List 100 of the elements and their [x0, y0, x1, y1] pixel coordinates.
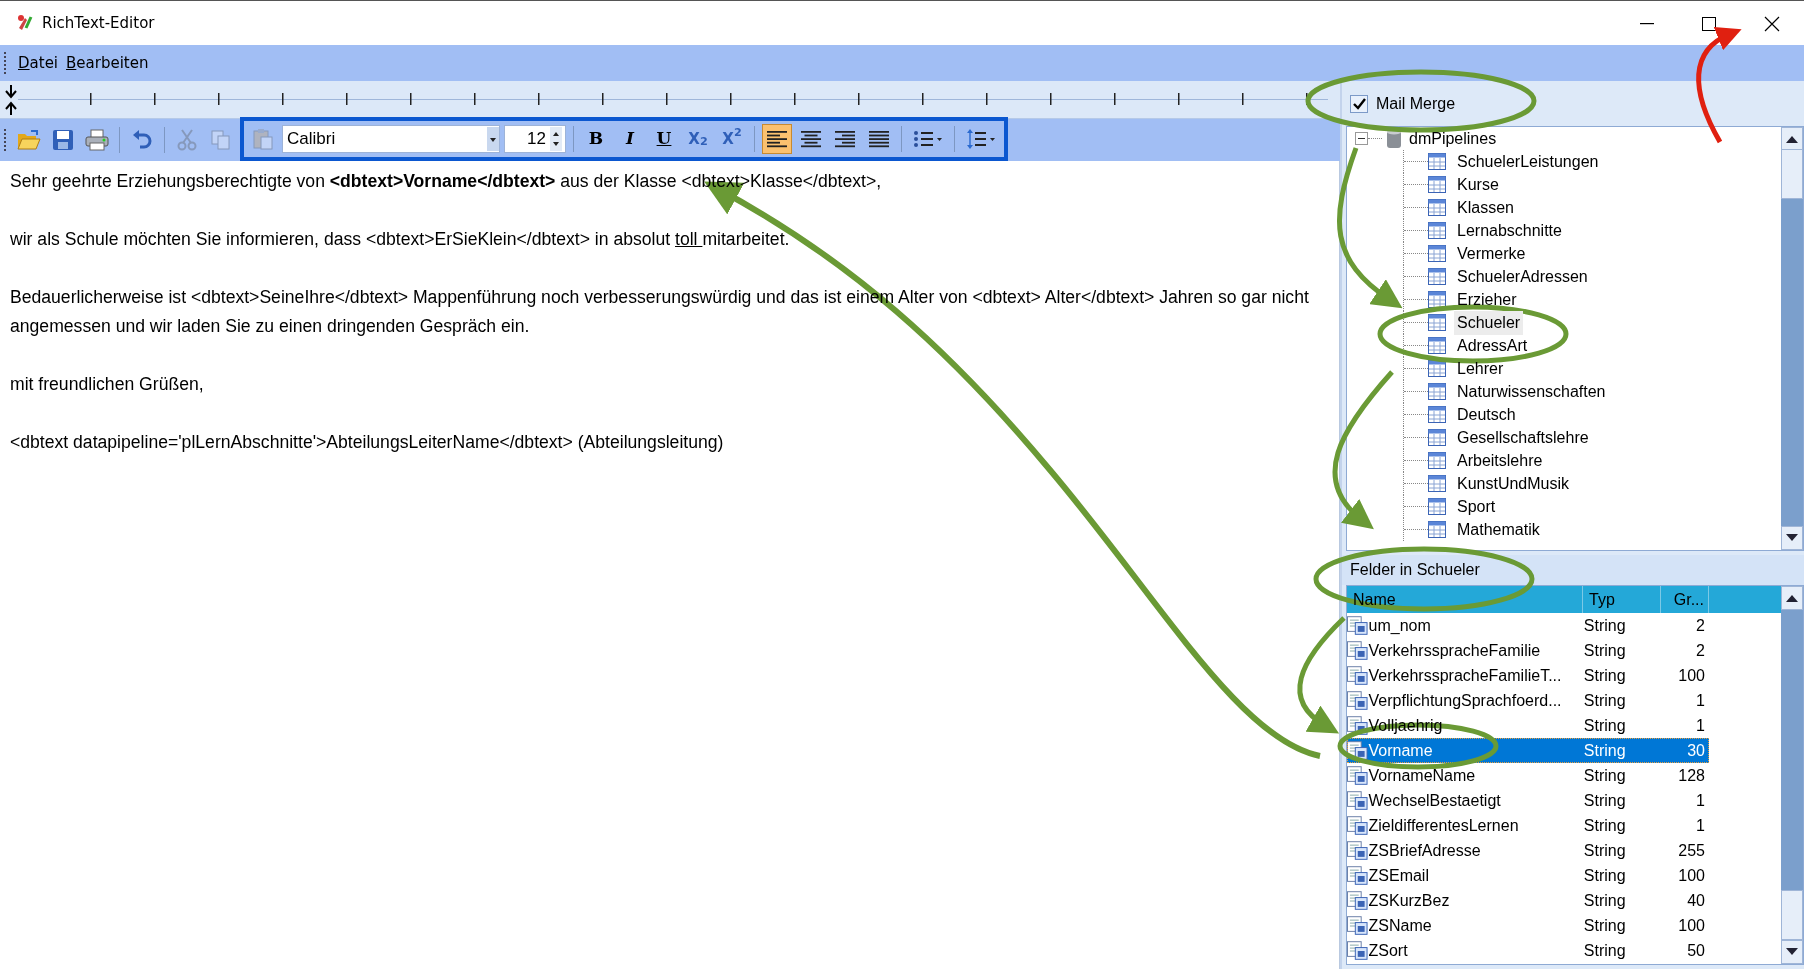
table-cell-text: 100: [1677, 865, 1706, 886]
tree-item[interactable]: Klassen: [1454, 195, 1517, 220]
paragraph: mit freundlichen Grüßen,: [10, 373, 205, 396]
cut-icon: [176, 129, 198, 151]
tree-item[interactable]: KunstUndMusik: [1454, 471, 1573, 496]
field-row[interactable]: ZSEmail String 100: [1347, 863, 1709, 888]
check-icon: [1352, 97, 1366, 110]
table-icon: [1428, 498, 1446, 515]
undo-icon: [131, 129, 153, 151]
field-row[interactable]: ZieldifferentesLernen String 1: [1347, 813, 1709, 838]
table-cell-text: ZSort: [1368, 940, 1409, 961]
tree-item[interactable]: Lernabschnitte: [1454, 218, 1565, 243]
table-cell-text: 255: [1677, 840, 1706, 861]
scrollbar[interactable]: [1781, 127, 1803, 550]
bullets-icon: [913, 129, 943, 149]
tree-item[interactable]: Kurse: [1454, 172, 1502, 197]
field-row[interactable]: VerkehrsspracheFamilie String 2: [1347, 638, 1709, 663]
table-cell-text: String: [1582, 740, 1627, 761]
table-icon: [1428, 222, 1446, 239]
save-icon: [52, 129, 74, 151]
tree-item[interactable]: SchuelerAdressen: [1454, 264, 1591, 289]
table-cell-text: VerkehrsspracheFamilieT...: [1368, 665, 1563, 686]
tree-item[interactable]: dmPipelines: [1406, 127, 1500, 151]
tree-item[interactable]: Deutsch: [1454, 402, 1519, 427]
field-row[interactable]: ZSKurzBez String 40: [1347, 888, 1709, 913]
tree-item[interactable]: SchuelerLeistungen: [1454, 149, 1602, 174]
mail-merge-checkbox[interactable]: [1350, 94, 1368, 113]
field-row[interactable]: um_nom String 2: [1347, 613, 1709, 638]
bold-button[interactable]: B: [581, 124, 611, 154]
table-cell-text: String: [1582, 715, 1627, 736]
tree-item[interactable]: Schueler: [1454, 310, 1524, 335]
field-row[interactable]: VornameName String 128: [1347, 763, 1709, 788]
tree-item[interactable]: AdressArt: [1454, 333, 1531, 358]
table-cell-text: String: [1582, 690, 1627, 711]
column-header[interactable]: Typ: [1583, 586, 1661, 613]
field-row[interactable]: ZSBriefAdresse String 255: [1347, 838, 1709, 863]
align-right-icon: [834, 130, 856, 148]
tree-item[interactable]: Mathematik: [1454, 517, 1543, 542]
paste-icon: [252, 128, 274, 150]
app-icon: [16, 14, 34, 32]
scroll-thumb[interactable]: [1781, 149, 1803, 199]
field-row[interactable]: WechselBestaetigt String 1: [1347, 788, 1709, 813]
table-cell-text: 100: [1677, 665, 1706, 686]
table-icon: [1428, 153, 1446, 170]
table-cell-text: String: [1582, 865, 1627, 886]
scroll-up-icon: [1786, 135, 1798, 143]
scroll-down-icon: [1786, 948, 1798, 956]
menu-item[interactable]: Datei: [14, 51, 63, 75]
column-header[interactable]: Gr...: [1661, 586, 1709, 613]
table-cell-text: 2: [1695, 615, 1706, 636]
tree-item[interactable]: Sport: [1454, 494, 1499, 519]
italic-button[interactable]: I: [615, 124, 645, 154]
table-cell-text: 40: [1686, 890, 1706, 911]
field-row[interactable]: VerkehrsspracheFamilieT... String 100: [1347, 663, 1709, 688]
copy-icon: [210, 129, 232, 151]
table-icon: [1428, 360, 1446, 377]
field-row[interactable]: ZSort String 50: [1347, 938, 1709, 963]
field-row[interactable]: ZSName String 100: [1347, 913, 1709, 938]
size-spinner[interactable]: 12: [504, 125, 566, 153]
underline-button[interactable]: U: [649, 124, 679, 154]
menu-item[interactable]: Bearbeiten: [62, 51, 153, 75]
tree-item[interactable]: Lehrer: [1454, 356, 1507, 381]
table-icon: [1428, 291, 1446, 308]
tree-item[interactable]: Arbeitslehre: [1454, 448, 1546, 473]
table-icon: [1428, 521, 1446, 538]
table-icon: [1428, 337, 1446, 354]
align-left-button[interactable]: [762, 124, 792, 154]
scrollbar[interactable]: [1781, 586, 1803, 964]
table-icon: [1428, 452, 1446, 469]
field-row[interactable]: Vorname String 30: [1347, 738, 1709, 763]
table-cell-text: String: [1582, 765, 1627, 786]
scroll-up-icon: [1786, 594, 1798, 602]
table-cell-text: 100: [1677, 915, 1706, 936]
column-header[interactable]: Name: [1347, 586, 1583, 613]
align-left-icon: [766, 130, 788, 148]
scroll-thumb[interactable]: [1781, 890, 1803, 940]
close-icon: [1764, 15, 1780, 32]
table-cell-text: um_nom: [1368, 615, 1432, 636]
table-cell-text: String: [1582, 815, 1627, 836]
tree-item[interactable]: Naturwissenschaften: [1454, 379, 1609, 404]
table-cell-text: VerpflichtungSprachfoerd...: [1368, 690, 1563, 711]
table-cell-text: String: [1582, 615, 1627, 636]
table-icon: [1428, 429, 1446, 446]
table-cell-text: 1: [1695, 690, 1706, 711]
table-cell-text: ZSKurzBez: [1368, 890, 1451, 911]
table-cell-text: 1: [1695, 790, 1706, 811]
tree-item[interactable]: Gesellschaftslehre: [1454, 425, 1592, 450]
font-combo[interactable]: Calibri: [282, 125, 500, 153]
tree-item[interactable]: Vermerke: [1454, 241, 1529, 266]
table-cell-text: String: [1582, 840, 1627, 861]
checkbox-label[interactable]: Mail Merge: [1376, 91, 1456, 116]
table-cell-text: Vorname: [1368, 740, 1434, 761]
scroll-down-icon: [1786, 534, 1798, 542]
paragraph: wir als Schule möchten Sie informieren, dass <dbtext>ErSieKlein</dbtext> in absolut toll mitarbeitet.: [10, 228, 791, 251]
indent-marker-icon[interactable]: [4, 84, 18, 115]
align-center-icon: [800, 130, 822, 148]
tree-item[interactable]: Erzieher: [1454, 287, 1520, 312]
table-cell-text: ZSBriefAdresse: [1368, 840, 1482, 861]
collapse-icon[interactable]: [1355, 132, 1368, 145]
field-row[interactable]: VerpflichtungSprachfoerd... String 1: [1347, 688, 1709, 713]
